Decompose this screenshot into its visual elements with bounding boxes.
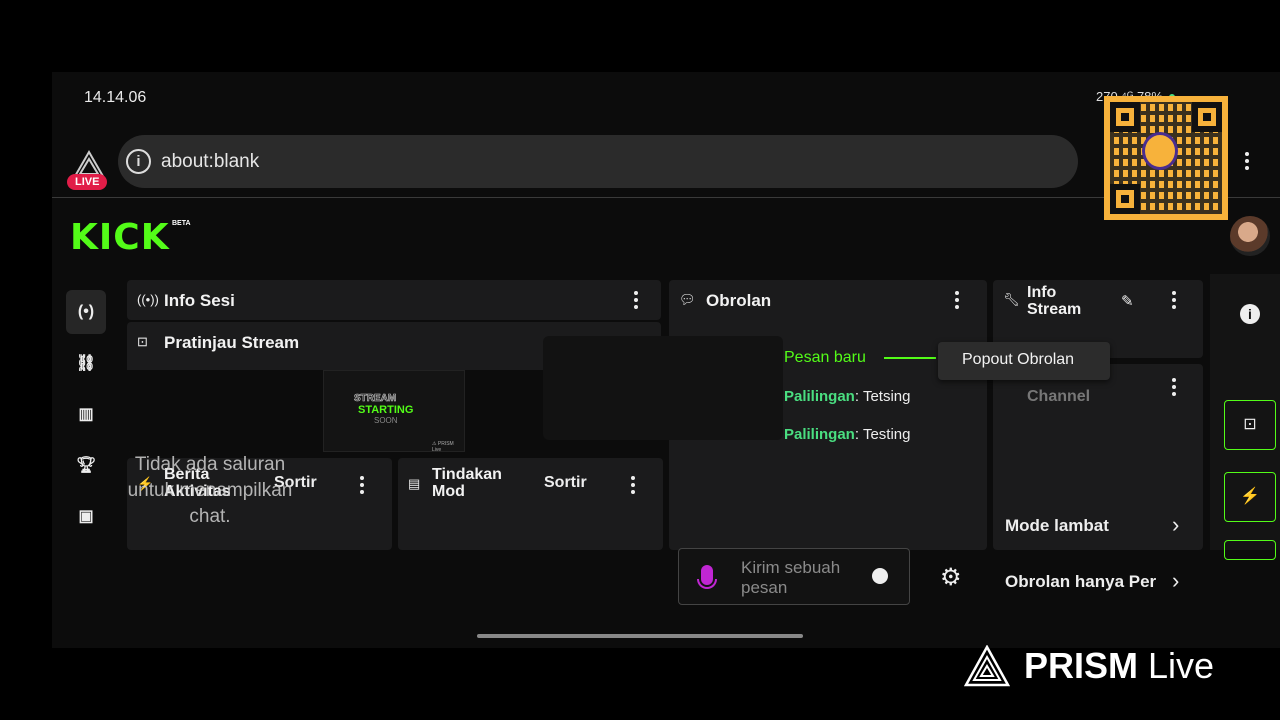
right-quick-actions: i ⊡ ⚡ bbox=[1210, 274, 1280, 560]
prism-live-watermark: PRISM Live bbox=[964, 642, 1214, 690]
url-bar[interactable]: i about:blank bbox=[118, 135, 1078, 188]
phone-screen: 14.14.06 270 ⁴ᴳ 78% LIVE i about:blank K… bbox=[52, 72, 1280, 648]
chart-icon[interactable]: ▥ bbox=[66, 392, 106, 436]
screen-capture-button[interactable]: ⊡ bbox=[1224, 400, 1276, 450]
panel-title: Pratinjau Stream bbox=[164, 333, 300, 352]
emoji-icon[interactable] bbox=[872, 568, 888, 584]
qr-center-logo bbox=[1142, 132, 1178, 170]
panel-tindakan-mod: ▤ Tindakan Mod Sortir bbox=[398, 458, 663, 550]
panel-menu-button[interactable] bbox=[1163, 372, 1185, 402]
avatar[interactable] bbox=[1230, 216, 1270, 256]
chat-text: Testing bbox=[862, 426, 911, 443]
panel-menu-button[interactable] bbox=[625, 285, 647, 315]
beta-label: BETA bbox=[172, 220, 191, 227]
document-icon: ▤ bbox=[408, 476, 421, 491]
bolt-button[interactable]: ⚡ bbox=[1224, 472, 1276, 522]
panel-menu-button[interactable] bbox=[351, 470, 373, 500]
link-icon[interactable]: ⛓ bbox=[66, 341, 106, 385]
panel-menu-button[interactable] bbox=[622, 470, 644, 500]
browser-toolbar: LIVE i about:blank bbox=[52, 132, 1280, 198]
panel-title: Info Sesi bbox=[164, 291, 235, 310]
chat-input[interactable]: Kirim sebuah pesan bbox=[678, 548, 910, 605]
screen-capture-icon: ⊡ bbox=[137, 334, 148, 349]
channel-label: Channel bbox=[1027, 388, 1091, 405]
panel-title: Tindakan Mod bbox=[432, 466, 502, 500]
chat-input-placeholder[interactable]: Kirim sebuah pesan bbox=[741, 558, 861, 598]
thumb-text: STARTING bbox=[358, 404, 414, 416]
no-channel-overlay: Tidak ada saluran untuk menampilkan chat… bbox=[127, 454, 293, 527]
gear-icon[interactable]: ⚙ bbox=[940, 563, 962, 592]
kick-header: KICK BETA bbox=[52, 200, 1280, 270]
panel-title: Obrolan bbox=[706, 291, 772, 310]
status-bar: 14.14.06 270 ⁴ᴳ 78% bbox=[52, 72, 1280, 124]
broadcast-icon[interactable]: (•) bbox=[66, 290, 106, 334]
divider-line bbox=[884, 357, 936, 359]
wrench-icon: 🔧︎ bbox=[1003, 292, 1020, 307]
chat-bubble-icon: 💬︎ bbox=[679, 292, 696, 307]
stream-preview[interactable]: STREAM STARTING SOON ⚠ PRISM Live bbox=[323, 370, 465, 452]
chat-message: Palilingan: Tetsing bbox=[784, 388, 911, 405]
panel-menu-button[interactable] bbox=[1163, 285, 1185, 315]
live-badge: LIVE bbox=[67, 174, 108, 190]
video-icon[interactable]: ▣ bbox=[66, 494, 106, 538]
thumb-text: ⚠ PRISM Live bbox=[432, 441, 454, 452]
browser-menu-button[interactable] bbox=[1236, 146, 1258, 176]
status-clock: 14.14.06 bbox=[84, 89, 147, 106]
trophy-icon[interactable]: 🏆︎ bbox=[66, 443, 106, 487]
chat-message: Palilingan: Testing bbox=[784, 426, 911, 443]
chevron-right-icon[interactable]: › bbox=[1172, 568, 1179, 594]
panel-menu-button[interactable] bbox=[946, 285, 968, 315]
home-indicator[interactable] bbox=[477, 634, 803, 638]
slow-mode-setting[interactable]: Mode lambat bbox=[1005, 516, 1109, 536]
popout-chat-menu-item[interactable]: Popout Obrolan bbox=[938, 342, 1110, 380]
info-icon[interactable]: i bbox=[1240, 304, 1260, 324]
chat-text: Tetsing bbox=[862, 388, 911, 405]
panel-info-sesi: ((•)) Info Sesi bbox=[127, 280, 661, 320]
kick-logo[interactable]: KICK bbox=[70, 220, 170, 256]
signal-icon: ((•)) bbox=[137, 292, 159, 307]
chevron-right-icon[interactable]: › bbox=[1172, 512, 1179, 538]
dashboard-sidebar: (•) ⛓ ▥ 🏆︎ ▣ bbox=[66, 290, 106, 545]
url-text[interactable]: about:blank bbox=[161, 151, 259, 173]
loading-placeholder bbox=[543, 336, 783, 440]
panel-title: Info Stream bbox=[1027, 284, 1082, 318]
followers-only-setting[interactable]: Obrolan hanya Per bbox=[1005, 572, 1161, 592]
qr-finder-top-left bbox=[1110, 102, 1140, 132]
info-icon[interactable]: i bbox=[126, 149, 151, 174]
thumb-text: SOON bbox=[374, 416, 398, 425]
thumb-text: STREAM bbox=[354, 393, 397, 405]
brand-name: PRISM bbox=[1024, 645, 1139, 686]
new-messages-divider: Pesan baru bbox=[784, 349, 866, 366]
edit-icon[interactable]: ✎ bbox=[1121, 292, 1134, 310]
brand-suffix: Live bbox=[1148, 645, 1215, 686]
chat-username[interactable]: Palilingan bbox=[784, 388, 855, 405]
sort-button[interactable]: Sortir bbox=[544, 474, 587, 492]
prism-logo-icon bbox=[964, 645, 1010, 687]
chat-username[interactable]: Palilingan bbox=[784, 426, 855, 443]
extra-action-button[interactable] bbox=[1224, 540, 1276, 560]
microphone-icon[interactable] bbox=[697, 565, 717, 589]
qr-finder-top-right bbox=[1192, 102, 1222, 132]
